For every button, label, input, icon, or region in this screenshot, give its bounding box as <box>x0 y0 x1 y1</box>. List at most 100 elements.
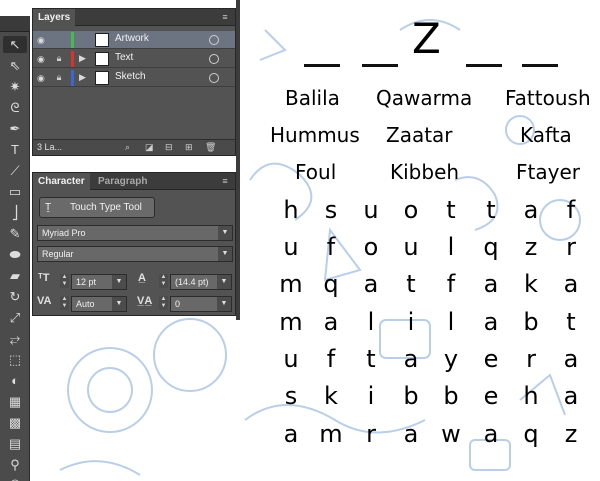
touch-type-label: Touch Type Tool <box>70 202 142 213</box>
word-item: Hummus <box>270 123 360 147</box>
perspective-icon[interactable]: ▦ <box>3 393 27 410</box>
layer-target-icon[interactable] <box>209 35 219 45</box>
gradient-icon[interactable]: ▤ <box>3 435 27 452</box>
grid-letter: a <box>483 420 499 448</box>
rectangle-icon[interactable]: ▭ <box>3 183 27 200</box>
chevron-down-icon[interactable]: ▼ <box>217 275 231 289</box>
blank-2 <box>362 64 398 67</box>
new-sublayer-icon[interactable]: ⊟ <box>165 142 173 153</box>
mesh-icon[interactable]: ▩ <box>3 414 27 431</box>
layer-target-icon[interactable] <box>209 54 219 64</box>
leading-stepper[interactable]: ▲ ▼ <box>159 274 168 288</box>
tab-character[interactable]: Character <box>33 173 90 190</box>
touch-type-tool-button[interactable]: Ṯ Touch Type Tool <box>39 197 155 218</box>
layer-row[interactable]: ◉ Artwork <box>33 31 235 49</box>
kerning-stepper[interactable]: ▲ ▼ <box>60 296 69 310</box>
visibility-eye-icon[interactable]: ◉ <box>37 35 45 46</box>
line-icon[interactable]: ⟋ <box>3 162 27 179</box>
panel-menu-icon[interactable]: ≡ <box>219 175 231 187</box>
pen-icon[interactable]: ✒ <box>3 120 27 137</box>
chevron-down-icon[interactable]: ▼ <box>218 226 232 240</box>
rotate-icon[interactable]: ↻ <box>3 288 27 305</box>
layer-row[interactable]: ◉ 🔒︎ ▶ Sketch <box>33 69 235 87</box>
layer-name[interactable]: Text <box>115 52 133 63</box>
free-transform-icon[interactable]: ⬚ <box>3 351 27 368</box>
layer-color-bar <box>71 32 74 48</box>
grid-letter: u <box>403 233 419 261</box>
magic-wand-icon[interactable]: ✷ <box>3 78 27 95</box>
disclosure-triangle-icon[interactable]: ▶ <box>79 53 86 64</box>
scale-icon[interactable]: ⤢ <box>3 309 27 326</box>
chevron-down-icon[interactable]: ▼ <box>218 247 232 261</box>
word-item: Fattoush <box>505 86 591 110</box>
lock-icon[interactable]: 🔒︎ <box>53 53 65 65</box>
lock-icon[interactable]: 🔒︎ <box>53 72 65 84</box>
panel-dock-edge <box>236 0 240 320</box>
tools-panel: ↖ ⇖ ✷ ᘓ ✒ T ⟋ ▭ ⎦ ✎ ⬬ ▰ ↻ ⤢ ⥂ ⬚ ◐ ▦ ▩ ▤ … <box>0 16 30 481</box>
grid-letter: a <box>403 345 419 373</box>
grid-letter: a <box>283 420 299 448</box>
clipping-mask-icon[interactable]: ◪ <box>145 142 154 153</box>
chevron-down-icon[interactable]: ▼ <box>112 297 126 311</box>
layer-name[interactable]: Artwork <box>115 33 149 44</box>
pencil-icon[interactable]: ✎ <box>3 225 27 242</box>
new-layer-icon[interactable]: ⊞ <box>185 142 193 153</box>
word-item: Balila <box>285 86 340 110</box>
direct-selection-icon[interactable]: ⇖ <box>3 57 27 74</box>
layer-name[interactable]: Sketch <box>115 71 146 82</box>
tracking-stepper[interactable]: ▲ ▼ <box>159 296 168 310</box>
grid-letter: i <box>407 308 415 336</box>
chevron-down-icon[interactable]: ▼ <box>112 275 126 289</box>
disclosure-triangle-icon[interactable]: ▶ <box>79 72 86 83</box>
visibility-eye-icon[interactable]: ◉ <box>37 73 45 84</box>
grid-letter: u <box>283 233 299 261</box>
word-item: Foul <box>295 160 337 184</box>
blob-brush-icon[interactable]: ⬬ <box>3 246 27 263</box>
tab-paragraph[interactable]: Paragraph <box>93 173 152 190</box>
layer-color-bar <box>71 51 74 67</box>
font-size-icon: ᵀT <box>38 272 50 284</box>
layer-target-icon[interactable] <box>209 73 219 83</box>
layers-panel: Layers ≡ ◉ Artwork ◉ 🔒︎ ▶ Text ◉ 🔒︎ ▶ Sk… <box>32 8 236 156</box>
visibility-eye-icon[interactable]: ◉ <box>37 54 45 65</box>
font-family-select[interactable]: Myriad Pro ▼ <box>37 225 233 241</box>
grid-letter: q <box>323 270 339 298</box>
selection-icon[interactable]: ↖ <box>3 36 27 53</box>
panel-menu-icon[interactable]: ≡ <box>219 11 231 23</box>
locate-object-icon[interactable]: ⌕ <box>125 142 130 153</box>
tools-panel-grip[interactable] <box>0 16 30 32</box>
font-size-stepper[interactable]: ▲ ▼ <box>60 274 69 288</box>
layer-row[interactable]: ◉ 🔒︎ ▶ Text <box>33 50 235 68</box>
grid-letter: k <box>324 382 338 410</box>
delete-layer-icon[interactable]: 🗑︎ <box>205 142 216 153</box>
eraser-icon[interactable]: ▰ <box>3 267 27 284</box>
font-style-select[interactable]: Regular ▼ <box>37 246 233 262</box>
grid-letter: t <box>566 308 576 336</box>
character-panel: Character Paragraph ≡ Ṯ Touch Type Tool … <box>32 172 236 316</box>
font-size-field[interactable]: 12 pt ▼ <box>71 274 127 290</box>
grid-letter: f <box>326 233 336 261</box>
tab-layers[interactable]: Layers <box>33 9 76 26</box>
grid-letter: b <box>403 382 419 410</box>
grid-letter: a <box>523 196 539 224</box>
type-icon[interactable]: T <box>3 141 27 158</box>
kerning-field[interactable]: Auto ▼ <box>71 296 127 312</box>
width-icon[interactable]: ⥂ <box>3 330 27 347</box>
blend-icon[interactable]: ◎ <box>3 475 27 481</box>
paintbrush-icon[interactable]: ⎦ <box>3 204 27 221</box>
leading-field[interactable]: (14.4 pt) ▼ <box>170 274 232 290</box>
touch-type-icon: Ṯ <box>45 202 52 213</box>
tracking-icon: V̲A̲ <box>137 295 153 307</box>
tracking-field[interactable]: 0 ▼ <box>170 296 232 312</box>
layer-color-bar <box>71 70 74 86</box>
grid-letter: z <box>524 233 538 261</box>
shape-builder-icon[interactable]: ◐ <box>3 372 27 389</box>
lock-toggle-cell[interactable] <box>53 34 65 46</box>
hidden-letter: Z <box>412 14 441 63</box>
word-item: Zaatar <box>386 123 453 147</box>
layers-panel-header: Layers ≡ <box>33 9 235 26</box>
eyedropper-icon[interactable]: ⚲ <box>3 456 27 473</box>
lasso-icon[interactable]: ᘓ <box>3 99 27 116</box>
chevron-down-icon[interactable]: ▼ <box>217 297 231 311</box>
grid-letter: k <box>524 270 538 298</box>
